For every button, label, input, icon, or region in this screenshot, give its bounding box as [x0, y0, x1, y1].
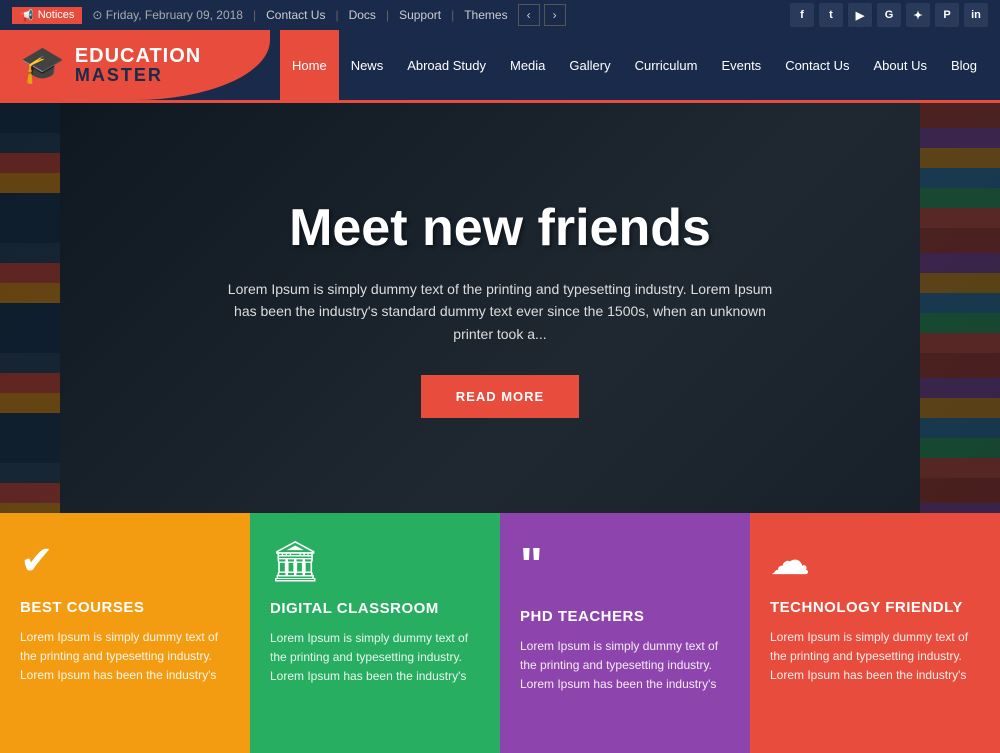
top-bar: 📢 Notices ⊙ Friday, February 09, 2018 | …	[0, 0, 1000, 30]
nav-about-us[interactable]: About Us	[862, 30, 939, 100]
feature-title-phd-teachers: PHD TEACHERS	[520, 608, 730, 625]
search-icon[interactable]: 🔍	[989, 55, 1000, 75]
hero-content: Meet new friends Lorem Ipsum is simply d…	[200, 178, 800, 438]
header: 🎓 EDUCATION MASTER Home News Abroad Stud…	[0, 30, 1000, 100]
main-nav: Home News Abroad Study Media Gallery Cur…	[270, 30, 1000, 100]
feature-title-digital-classroom: DIGITAL CLASSROOM	[270, 600, 480, 617]
nav-news[interactable]: News	[339, 30, 396, 100]
nav-home[interactable]: Home	[280, 30, 339, 100]
twitter-icon[interactable]: t	[819, 3, 843, 27]
docs-link[interactable]: Docs	[349, 8, 376, 22]
logo-master: MASTER	[75, 66, 201, 84]
facebook-icon[interactable]: f	[790, 3, 814, 27]
notices-label[interactable]: 📢 Notices	[12, 7, 82, 24]
nav-arrows: ‹ ›	[518, 4, 566, 26]
megaphone-icon: 📢	[20, 9, 34, 22]
google-icon[interactable]: G	[877, 3, 901, 27]
feature-digital-classroom: 🏛 DIGITAL CLASSROOM Lorem Ipsum is simpl…	[250, 513, 500, 753]
logo-education: EDUCATION	[75, 46, 201, 66]
social-icons: f t ▶ G ✦ P in	[790, 3, 988, 27]
feature-desc-technology-friendly: Lorem Ipsum is simply dummy text of the …	[770, 628, 980, 686]
feature-title-best-courses: BEST COURSES	[20, 599, 230, 616]
nav-contact-us[interactable]: Contact Us	[773, 30, 861, 100]
hero-title: Meet new friends	[220, 198, 780, 258]
graduation-cap-icon: 🎓	[20, 44, 65, 86]
nav-curriculum[interactable]: Curriculum	[623, 30, 710, 100]
feature-desc-digital-classroom: Lorem Ipsum is simply dummy text of the …	[270, 629, 480, 687]
hero-section: Meet new friends Lorem Ipsum is simply d…	[0, 103, 1000, 513]
hero-description: Lorem Ipsum is simply dummy text of the …	[220, 278, 780, 345]
contact-us-toplink[interactable]: Contact Us	[266, 8, 325, 22]
nav-abroad-study[interactable]: Abroad Study	[395, 30, 498, 100]
feature-desc-best-courses: Lorem Ipsum is simply dummy text of the …	[20, 628, 230, 686]
date-display: ⊙ Friday, February 09, 2018	[92, 8, 243, 22]
cloud-icon: ☁	[770, 538, 980, 584]
themes-link[interactable]: Themes	[464, 8, 507, 22]
nav-blog[interactable]: Blog	[939, 30, 989, 100]
features-section: ✔ BEST COURSES Lorem Ipsum is simply dum…	[0, 513, 1000, 753]
clock-icon: ⊙	[92, 8, 102, 22]
prev-arrow[interactable]: ‹	[518, 4, 540, 26]
institution-icon: 🏛	[270, 538, 480, 585]
feature-technology-friendly: ☁ TECHNOLOGY FRIENDLY Lorem Ipsum is sim…	[750, 513, 1000, 753]
checkmark-icon: ✔	[20, 538, 230, 584]
youtube-icon[interactable]: ▶	[848, 3, 872, 27]
pinterest-icon[interactable]: P	[935, 3, 959, 27]
nav-gallery[interactable]: Gallery	[557, 30, 622, 100]
nav-media[interactable]: Media	[498, 30, 557, 100]
feature-phd-teachers: " PHD TEACHERS Lorem Ipsum is simply dum…	[500, 513, 750, 753]
read-more-button[interactable]: READ MORE	[421, 375, 579, 418]
logo-area: 🎓 EDUCATION MASTER	[0, 30, 270, 100]
feature-title-technology-friendly: TECHNOLOGY FRIENDLY	[770, 599, 980, 616]
linkedin-icon[interactable]: in	[964, 3, 988, 27]
instagram-icon[interactable]: ✦	[906, 3, 930, 27]
quote-icon: "	[520, 538, 730, 593]
next-arrow[interactable]: ›	[544, 4, 566, 26]
feature-desc-phd-teachers: Lorem Ipsum is simply dummy text of the …	[520, 637, 730, 695]
feature-best-courses: ✔ BEST COURSES Lorem Ipsum is simply dum…	[0, 513, 250, 753]
logo-text: EDUCATION MASTER	[75, 46, 201, 84]
support-link[interactable]: Support	[399, 8, 441, 22]
nav-events[interactable]: Events	[709, 30, 773, 100]
top-bar-left: 📢 Notices ⊙ Friday, February 09, 2018 | …	[12, 4, 566, 26]
